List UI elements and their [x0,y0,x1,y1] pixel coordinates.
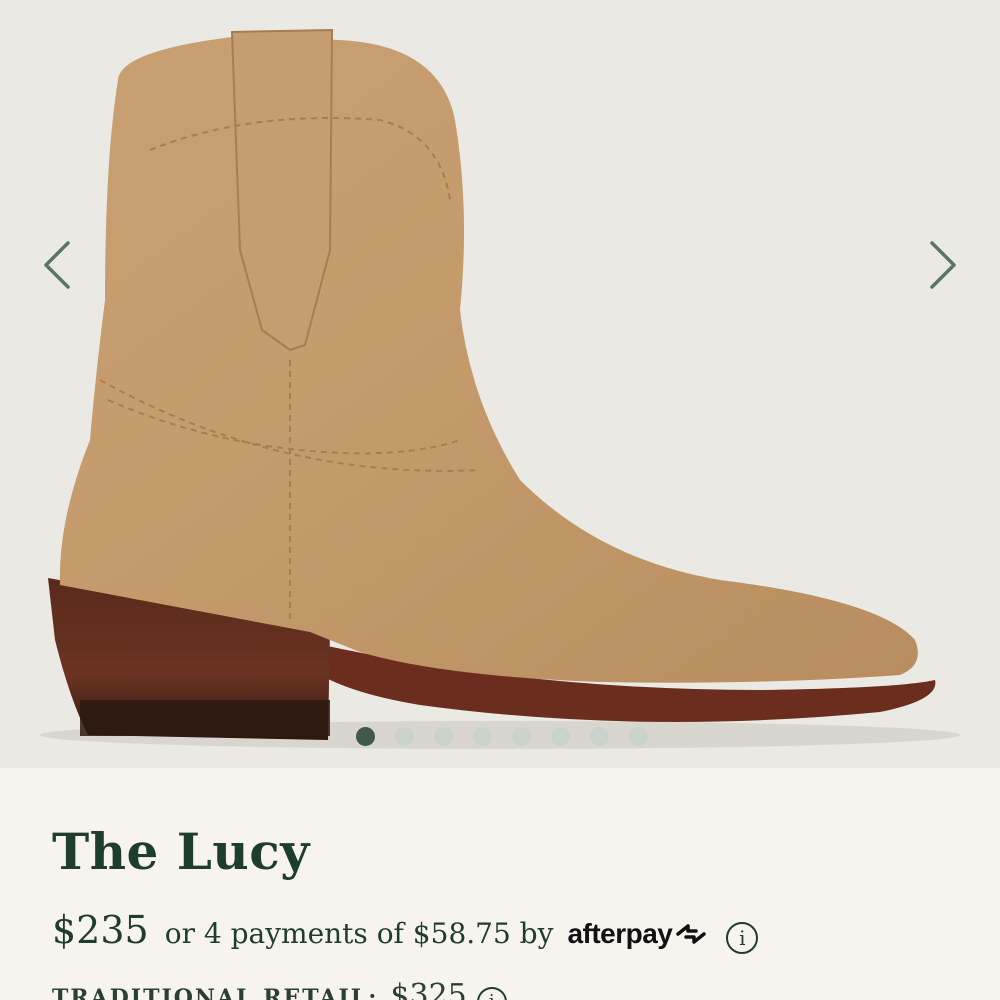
chevron-left-icon [44,241,70,289]
installment-text: or 4 payments of $58.75 by [164,917,554,950]
retail-row: TRADITIONAL RETAIL: $325 i [52,978,507,1000]
carousel-dot[interactable] [473,726,492,746]
carousel-dot[interactable] [512,726,531,746]
carousel-pagination [356,726,648,746]
product-image [40,28,960,749]
afterpay-arrows-icon [676,924,707,944]
carousel-dot[interactable] [629,726,648,746]
retail-info-icon[interactable]: i [476,986,507,1000]
product-gallery [0,0,1000,768]
product-title: The Lucy [52,822,310,881]
previous-image-button[interactable] [32,230,82,300]
afterpay-wordmark: afterpay [567,918,673,949]
carousel-dot[interactable] [551,726,570,746]
retail-label: TRADITIONAL RETAIL: [52,985,379,1000]
carousel-dot[interactable] [434,726,453,746]
carousel-dot[interactable] [590,726,609,746]
product-info: The Lucy $235 or 4 payments of $58.75 by… [0,768,1000,1000]
afterpay-logo: afterpay [567,918,708,950]
carousel-dot[interactable] [395,726,414,746]
chevron-right-icon [930,241,956,289]
product-price: $235 [52,908,149,952]
retail-price: $325 [390,978,467,1000]
afterpay-info-icon[interactable]: i [726,922,759,954]
price-row: $235 or 4 payments of $58.75 by afterpay… [52,908,759,958]
next-image-button[interactable] [918,230,968,300]
carousel-dot[interactable] [356,726,375,746]
